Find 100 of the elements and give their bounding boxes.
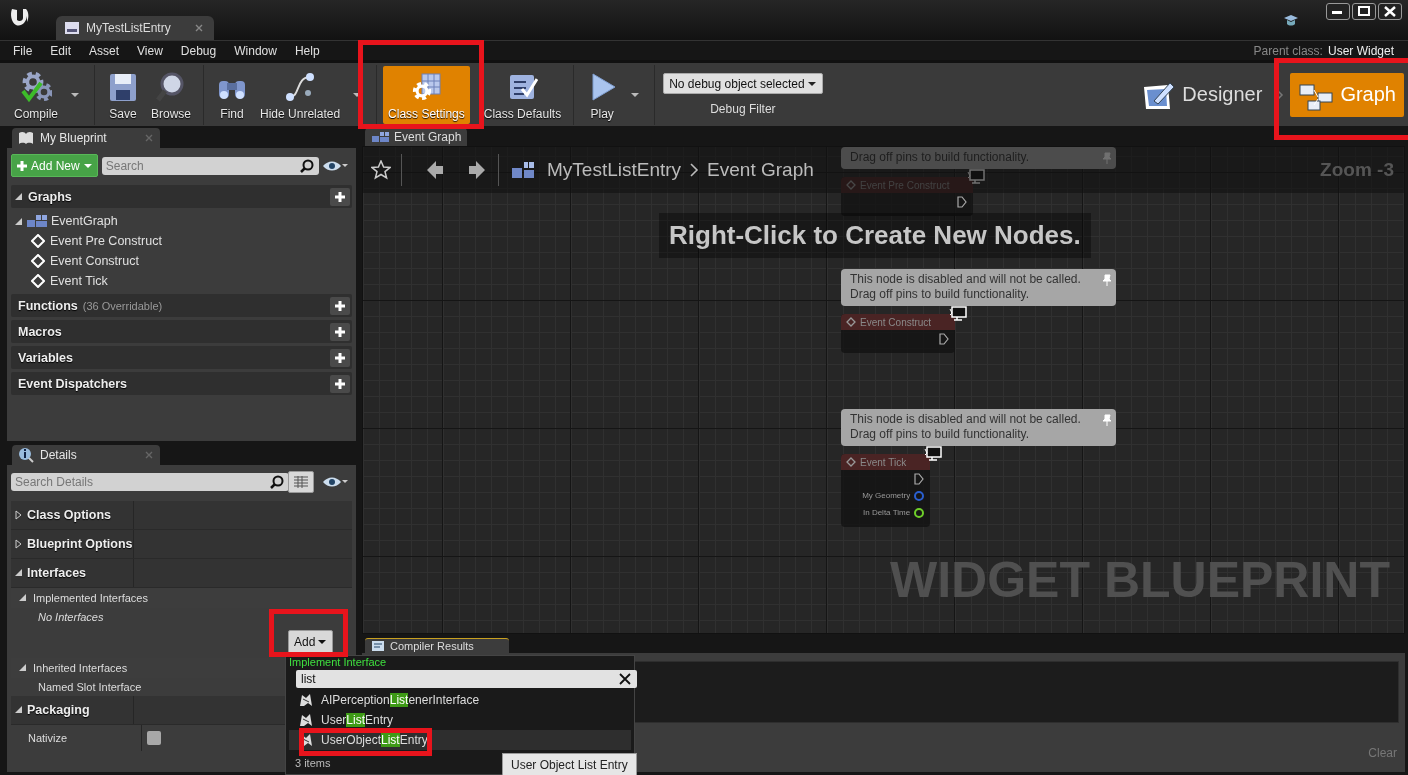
tree-item[interactable]: Event Construct [11, 251, 352, 271]
tooltip: User Object List Entry [502, 753, 637, 775]
monitor-icon [967, 169, 986, 185]
engine-logo-icon [8, 6, 30, 28]
menu-item[interactable]: Edit [41, 43, 81, 58]
menu-item[interactable]: File [4, 43, 42, 58]
section-header[interactable]: Variables [11, 346, 352, 369]
gears-check-icon [20, 70, 52, 103]
close-button[interactable] [1378, 3, 1402, 20]
add-button[interactable] [330, 374, 350, 393]
forward-arrow-icon [468, 160, 486, 180]
info-magnifier-icon [18, 447, 34, 463]
expand-arrow-icon [14, 216, 23, 226]
add-interface-button[interactable]: Add [288, 629, 334, 655]
search-field[interactable]: Search [101, 156, 319, 175]
property-text: No Interfaces [37, 610, 104, 625]
pin-label: My Geometry [862, 491, 911, 500]
exec-pin-icon [939, 332, 950, 345]
plus-icon [333, 376, 347, 391]
maximize-button[interactable] [1352, 3, 1376, 20]
back-arrow-icon [426, 160, 444, 180]
menu-item[interactable]: View [128, 43, 172, 58]
plus-icon [333, 324, 347, 339]
close-icon [194, 23, 204, 33]
caret-icon [317, 638, 328, 646]
comment-text: This node is disabled and will not be called. Drag off pins to build functionality. [850, 412, 1081, 442]
expand-arrow-icon [14, 568, 23, 578]
parent-class-label: Parent class: [1253, 43, 1323, 58]
maximize-icon [1358, 6, 1370, 17]
node-title: Event Construct [841, 314, 956, 330]
add-button[interactable] [330, 348, 350, 367]
chevron-icon [689, 162, 700, 178]
pin-label: In Delta Time [863, 508, 911, 517]
dropdown-arrow[interactable] [630, 90, 641, 99]
event-node[interactable]: Event Tick My Geometry In Delta Time [841, 454, 931, 527]
category-header[interactable]: Blueprint Options [11, 530, 352, 559]
toolbar-button[interactable]: Class Defaults [477, 65, 568, 124]
section-header[interactable]: Graphs [11, 185, 352, 208]
expand-arrow-icon [14, 705, 23, 715]
section-header[interactable]: Macros [11, 320, 352, 343]
add-button[interactable] [330, 296, 350, 315]
close-icon [144, 133, 154, 143]
mode-button[interactable]: Designer [1132, 72, 1271, 117]
section-title: Graphs [28, 189, 72, 204]
breadcrumb-link[interactable]: MyTestListEntry [547, 159, 682, 181]
graph-icon [26, 214, 48, 228]
event-node[interactable]: Event Construct [841, 314, 956, 353]
search-field[interactable]: Search Details [11, 473, 289, 491]
category-title: Blueprint Options [27, 537, 133, 551]
tab-title: MyTestListEntry [86, 21, 172, 35]
graph-canvas[interactable] [362, 146, 1405, 634]
book-icon [18, 130, 34, 146]
checkbox[interactable] [147, 731, 161, 745]
add-button[interactable] [330, 187, 350, 206]
search-field[interactable]: list [296, 670, 637, 688]
section-header[interactable]: Event Dispatchers [11, 372, 352, 395]
pin-dot[interactable] [914, 490, 925, 501]
monitor-icon [949, 306, 968, 322]
menu-item[interactable]: Debug [171, 43, 226, 58]
view-options-button[interactable] [288, 471, 314, 493]
category-header[interactable]: Class Options [11, 501, 352, 530]
interface-icon [299, 693, 313, 707]
chevron-icon [1276, 88, 1285, 101]
add-button[interactable] [330, 322, 350, 341]
toolbar-button[interactable]: Save [101, 65, 145, 124]
toolbar-button[interactable]: Play [580, 65, 625, 124]
panel-tab[interactable]: Details [12, 445, 160, 465]
category-header[interactable]: Interfaces [11, 559, 352, 588]
menu-item[interactable]: Asset [80, 43, 129, 58]
pin-dot[interactable] [914, 507, 925, 518]
results-tab[interactable]: Compiler Results [365, 638, 509, 653]
debug-object-dropdown[interactable]: No debug object selected [663, 73, 823, 94]
menu-item[interactable]: Help [285, 43, 329, 58]
menu-item[interactable]: Window [225, 43, 286, 58]
tree-item[interactable]: Event Pre Construct [11, 231, 352, 251]
caret-icon [70, 90, 80, 99]
toolbar-button[interactable]: Compile [8, 65, 64, 124]
expand-arrow-icon [14, 510, 23, 520]
tree-item[interactable]: EventGraph [11, 211, 352, 231]
tree-item[interactable]: Event Tick [11, 271, 352, 291]
toolbar-button[interactable]: Browse [145, 65, 198, 124]
section-header[interactable]: Functions (36 Overridable) [11, 294, 352, 317]
minimize-button[interactable] [1326, 3, 1350, 20]
pin-icon [1102, 274, 1112, 286]
diamond-icon [31, 234, 45, 248]
exec-pin-icon [957, 195, 968, 208]
document-tab[interactable]: MyTestListEntry [56, 16, 214, 40]
expand-arrow-icon [14, 539, 23, 549]
dropdown-arrow[interactable] [70, 90, 80, 99]
section-title: Macros [18, 324, 62, 339]
log-icon [371, 640, 385, 652]
parent-class-value: User Widget [1327, 43, 1394, 58]
panel-tab[interactable]: My Blueprint [12, 128, 160, 148]
caret-icon [630, 90, 641, 99]
exec-pin-icon [914, 472, 925, 485]
monitor-icon [924, 446, 943, 462]
toolbar-button[interactable]: Find [210, 65, 255, 124]
breadcrumb-link[interactable]: Event Graph [707, 159, 814, 181]
caret-icon [806, 79, 817, 88]
toolbar-button[interactable]: Hide Unrelated [254, 65, 347, 124]
